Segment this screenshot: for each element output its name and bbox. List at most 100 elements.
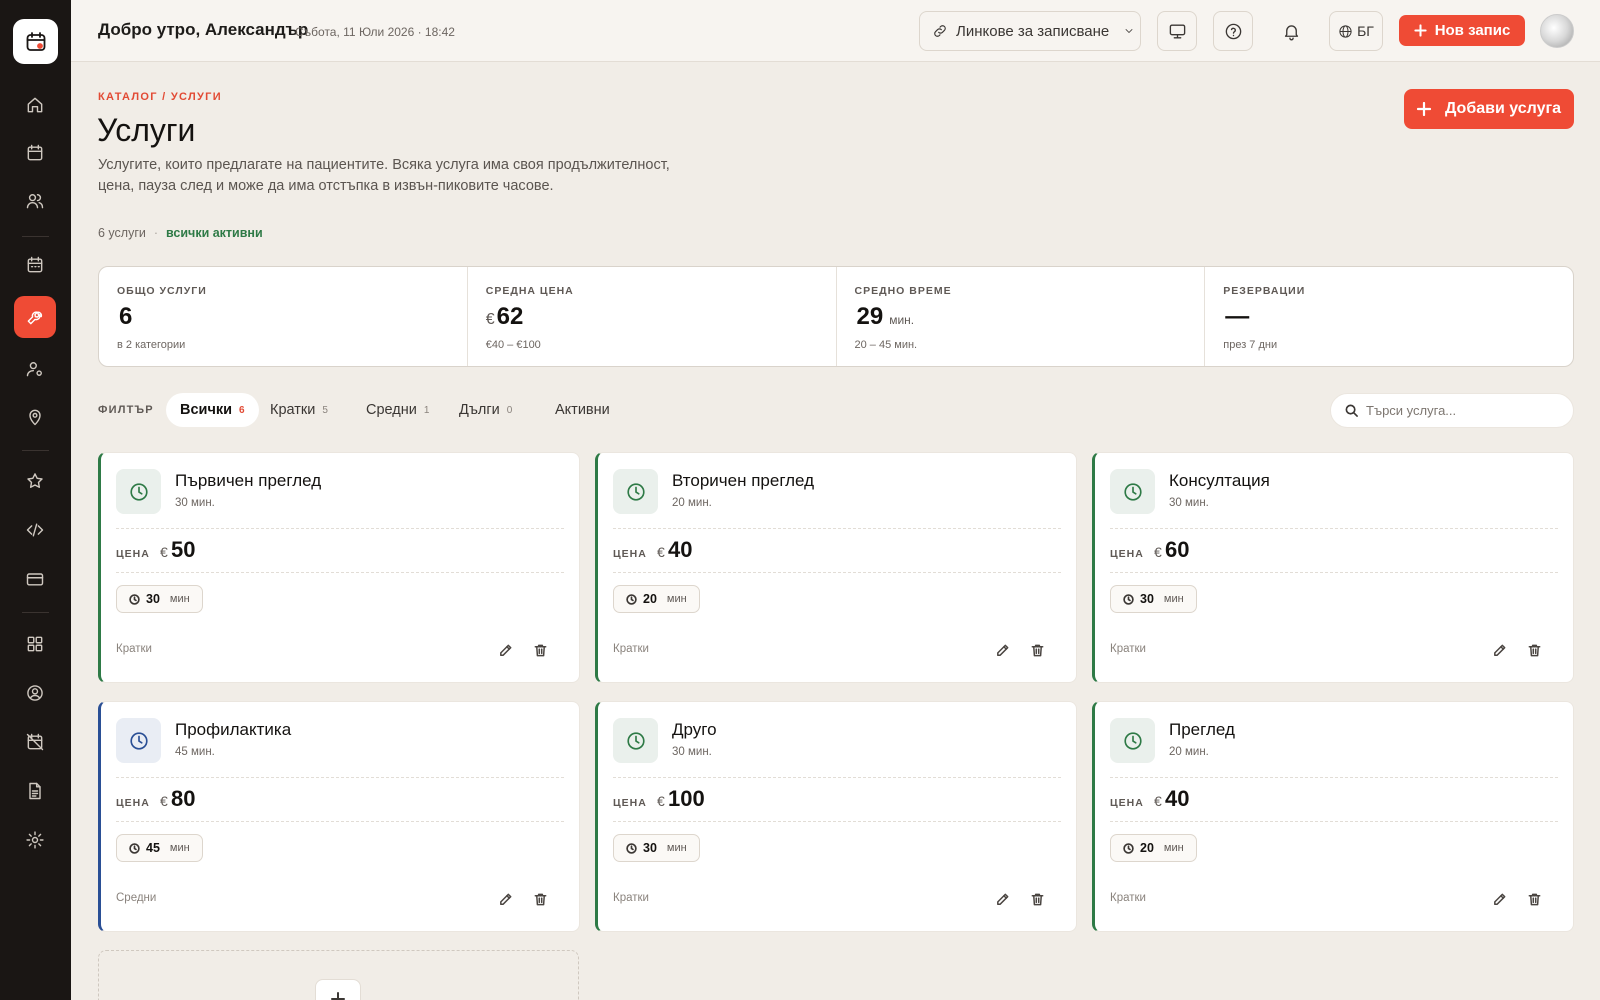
- document-icon: [29, 782, 41, 800]
- nav-services[interactable]: [14, 296, 56, 338]
- edit-button[interactable]: [492, 637, 518, 663]
- link-icon: [934, 25, 946, 37]
- display-button[interactable]: [1157, 11, 1197, 51]
- clock-icon: [1123, 593, 1134, 605]
- trash-icon: [1528, 893, 1540, 905]
- duration-pill-value: 45: [146, 841, 160, 855]
- nav-reviews[interactable]: [14, 460, 56, 502]
- filter-chip-active[interactable]: Активни: [541, 393, 624, 427]
- filter-chip-all[interactable]: Всички 6: [166, 393, 259, 427]
- pencil-icon: [996, 893, 1008, 905]
- service-card[interactable]: Първичен преглед 30 мин. ЦЕНА € 50 30 ми…: [98, 452, 580, 683]
- duration-pill-unit: мин: [169, 593, 190, 605]
- calendar-icon: [27, 144, 43, 161]
- service-card[interactable]: Вторичен преглед 20 мин. ЦЕНА € 40 20 ми…: [595, 452, 1077, 683]
- nav-profile[interactable]: [14, 672, 56, 714]
- stat-value: 6: [117, 303, 449, 331]
- edit-button[interactable]: [492, 886, 518, 912]
- stat-number: 29: [856, 303, 884, 330]
- nav-apps[interactable]: [14, 623, 56, 665]
- pencil-icon: [1493, 644, 1505, 656]
- duration-pill: 30 мин: [116, 585, 203, 613]
- divider: [116, 528, 564, 529]
- price-currency: €: [160, 793, 168, 809]
- schedule-icon: [27, 256, 43, 273]
- delete-button[interactable]: [527, 637, 553, 663]
- divider: [613, 528, 1061, 529]
- add-service-button[interactable]: Добави услуга: [1404, 89, 1574, 129]
- help-button[interactable]: [1213, 11, 1253, 51]
- service-name: Преглед: [1169, 720, 1235, 739]
- chip-label: Кратки: [270, 402, 316, 418]
- search-icon: [1345, 404, 1358, 417]
- service-price: 80: [171, 786, 196, 811]
- service-name: Първичен преглед: [175, 471, 322, 490]
- service-card[interactable]: Профилактика 45 мин. ЦЕНА € 80 45 мин Ср…: [98, 701, 580, 932]
- add-service-card[interactable]: [98, 950, 579, 1000]
- service-card[interactable]: Консултация 30 мин. ЦЕНА € 60 30 мин Кра…: [1092, 452, 1574, 683]
- service-icon-box: [613, 469, 658, 514]
- service-category: Кратки: [613, 892, 649, 904]
- clock-icon: [129, 593, 140, 605]
- nav-embed[interactable]: [14, 509, 56, 551]
- new-record-button[interactable]: Нов запис: [1399, 15, 1525, 46]
- divider: [613, 572, 1061, 573]
- edit-button[interactable]: [989, 637, 1015, 663]
- app-logo[interactable]: [13, 19, 58, 64]
- service-card[interactable]: Преглед 20 мин. ЦЕНА € 40 20 мин Кратки: [1092, 701, 1574, 932]
- divider: [116, 777, 564, 778]
- stat-total-services: ОБЩО УСЛУГИ 6 в 2 категории: [99, 267, 468, 366]
- edit-button[interactable]: [989, 886, 1015, 912]
- service-category: Кратки: [1110, 643, 1146, 655]
- duration-pill: 45 мин: [116, 834, 203, 862]
- stat-number: 62: [496, 303, 524, 330]
- delete-button[interactable]: [1024, 637, 1050, 663]
- top-bar: Добро утро, Александър Събота, 11 Юли 20…: [71, 0, 1600, 62]
- edit-button[interactable]: [1486, 637, 1512, 663]
- nav-payments[interactable]: [14, 558, 56, 600]
- notifications-button[interactable]: [1271, 11, 1311, 51]
- delete-button[interactable]: [1521, 886, 1547, 912]
- code-icon: [26, 523, 44, 537]
- delete-button[interactable]: [527, 886, 553, 912]
- stat-number: 6: [119, 303, 133, 330]
- duration-pill-unit: мин: [169, 842, 190, 854]
- avatar[interactable]: [1540, 14, 1574, 48]
- language-switcher[interactable]: БГ: [1329, 11, 1383, 51]
- stat-value: € 62: [486, 303, 818, 331]
- filter-chip-long[interactable]: Дълги 0: [445, 393, 526, 427]
- nav-staff[interactable]: [14, 348, 56, 390]
- users-icon: [26, 194, 44, 209]
- duration-pill: 30 мин: [613, 834, 700, 862]
- booking-links-dropdown[interactable]: Линкове за записване: [919, 11, 1141, 51]
- nav-documents[interactable]: [14, 770, 56, 812]
- stat-average-time: СРЕДНО ВРЕМЕ 29 мин. 20 – 45 мин.: [837, 267, 1206, 366]
- nav-settings[interactable]: [14, 819, 56, 861]
- divider: [613, 821, 1061, 822]
- filter-chip-medium[interactable]: Средни 1: [352, 393, 443, 427]
- service-card[interactable]: Друго 30 мин. ЦЕНА € 100 30 мин Кратки: [595, 701, 1077, 932]
- delete-button[interactable]: [1024, 886, 1050, 912]
- nav-patients[interactable]: [14, 180, 56, 222]
- divider: [1110, 572, 1558, 573]
- nav-time-off[interactable]: [14, 721, 56, 763]
- edit-button[interactable]: [1486, 886, 1512, 912]
- sidebar-divider: [22, 236, 49, 237]
- divider: [1110, 528, 1558, 529]
- add-service-card-button[interactable]: [315, 979, 361, 1000]
- search-input[interactable]: [1366, 403, 1556, 418]
- services-status: всички активни: [166, 226, 263, 240]
- service-duration: 20 мин.: [672, 497, 712, 509]
- nav-schedule[interactable]: [14, 244, 56, 286]
- nav-calendar[interactable]: [14, 132, 56, 174]
- nav-locations[interactable]: [14, 396, 56, 438]
- price-label: ЦЕНА: [1110, 797, 1144, 809]
- nav-home[interactable]: [14, 84, 56, 126]
- trash-icon: [1031, 893, 1043, 905]
- stat-label: ОБЩО УСЛУГИ: [117, 285, 207, 297]
- stat-unit: мин.: [889, 313, 915, 327]
- stat-currency: €: [485, 311, 495, 328]
- filter-chip-short[interactable]: Кратки 5: [256, 393, 342, 427]
- delete-button[interactable]: [1521, 637, 1547, 663]
- new-record-label: Нов запис: [1434, 22, 1511, 39]
